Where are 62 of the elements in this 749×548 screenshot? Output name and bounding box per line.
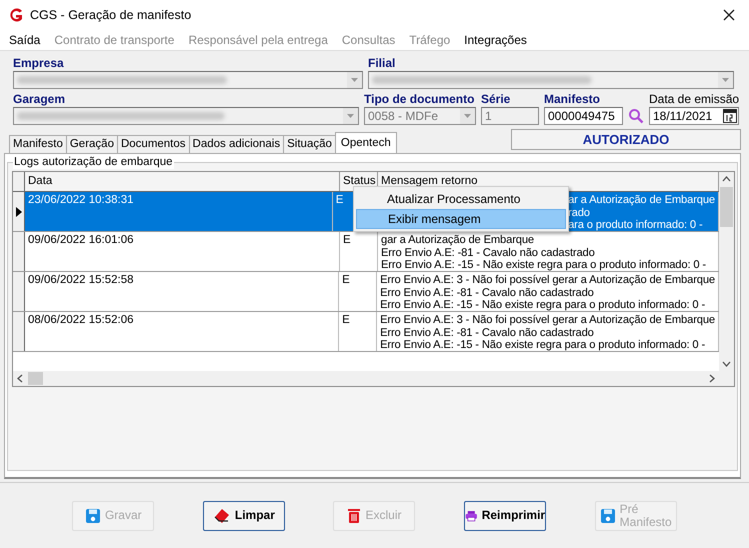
table-cell-text: gar a Autorização de Embarque bbox=[381, 234, 535, 246]
table-cell-text: Erro Envio A.E: -15 - Não existe regra para o produto informado: 0 - bbox=[380, 299, 706, 312]
status-box: AUTORIZADO bbox=[511, 129, 741, 150]
menu-item[interactable]: Exibir mensagem bbox=[356, 209, 566, 229]
field-value: 1 bbox=[485, 109, 493, 123]
table-cell-text: 23/06/2022 10:38:31 bbox=[28, 194, 135, 206]
scrollbar-thumb[interactable] bbox=[28, 372, 43, 385]
field-label: Data de emissão bbox=[649, 92, 739, 107]
calendar-icon[interactable] bbox=[723, 109, 737, 123]
input-field[interactable] bbox=[13, 107, 359, 125]
table-cell-text: Erro Envio A.E: -81 - Cavalo não cadastrado bbox=[381, 246, 596, 259]
table-cell: ar a Autorização de Embarque bbox=[568, 194, 715, 206]
table-cell-text: Erro Envio A.E: -15 - Não existe regra para o produto informado: 0 - bbox=[381, 259, 707, 272]
table-cell: Erro Envio A.E: 3 - Não foi possível gerar a Autorização de Embarque bbox=[380, 314, 715, 326]
table-cell-text: E bbox=[343, 234, 352, 246]
table-cell-text: E bbox=[342, 314, 351, 326]
table-cell-text: rado bbox=[568, 206, 591, 219]
table-row[interactable] bbox=[13, 272, 719, 312]
group-title: Logs autorização de embarque bbox=[13, 155, 174, 169]
menu-item[interactable]: Atualizar Processamento bbox=[356, 189, 566, 209]
table-cell-text: E bbox=[342, 274, 351, 286]
field-label: Manifesto bbox=[544, 92, 602, 107]
action-button[interactable]: Limpar bbox=[202, 500, 285, 530]
menu-item[interactable]: Integrações bbox=[457, 33, 534, 47]
field-label: Filial bbox=[368, 56, 396, 71]
input-field[interactable] bbox=[13, 71, 363, 89]
table-row[interactable] bbox=[13, 312, 719, 352]
field-value: 18/11/2021 bbox=[653, 109, 714, 123]
table-cell: Erro Envio A.E: 3 - Não foi possível gerar a Autorização de Embarque bbox=[380, 274, 715, 286]
table-cell-text: 09/06/2022 15:52:58 bbox=[28, 274, 135, 286]
table-cell-text: 08/06/2022 15:52:06 bbox=[28, 314, 135, 326]
field-label: Tipo de documento bbox=[364, 92, 476, 107]
field-value: 0000049475 bbox=[548, 109, 616, 123]
table-cell-text: Erro Envio A.E: -15 - Não existe regra para o produto informado: 0 - bbox=[380, 339, 706, 352]
eraser-icon bbox=[212, 508, 231, 524]
field-label: Série bbox=[481, 92, 512, 107]
scrollbar-thumb[interactable] bbox=[720, 187, 733, 227]
table-cell-text: 09/06/2022 16:01:06 bbox=[28, 234, 135, 246]
tab[interactable]: Manifesto bbox=[9, 135, 67, 153]
action-button[interactable]: Reimprimir bbox=[464, 500, 546, 530]
logo-icon bbox=[8, 7, 24, 23]
field-label: Empresa bbox=[13, 56, 65, 71]
input-field[interactable]: 18/11/2021 bbox=[649, 107, 739, 125]
row-header[interactable] bbox=[13, 192, 25, 231]
field-label: Garagem bbox=[13, 92, 66, 107]
table-cell-text: E bbox=[336, 194, 344, 206]
window-title: CGS - Geração de manifesto bbox=[30, 8, 192, 22]
search-icon[interactable] bbox=[628, 108, 644, 124]
table-cell-text: Erro Envio A.E: -81 - Cavalo não cadastrado bbox=[380, 286, 595, 299]
table-cell-text: ara o produto informado: 0 - bbox=[568, 219, 704, 232]
tab[interactable]: Opentech bbox=[334, 132, 397, 153]
field-value: 0058 - MDFe bbox=[368, 109, 440, 123]
column-header[interactable]: Data bbox=[25, 172, 340, 191]
close-icon[interactable] bbox=[723, 9, 735, 21]
input-field[interactable]: 0000049475 bbox=[544, 107, 623, 125]
menu-item[interactable]: Saída bbox=[2, 33, 48, 47]
input-field[interactable] bbox=[368, 71, 734, 89]
input-field[interactable]: 1 bbox=[481, 107, 539, 125]
input-field[interactable]: 0058 - MDFe bbox=[364, 107, 476, 125]
trash-icon bbox=[347, 508, 362, 524]
row-pointer-icon bbox=[16, 206, 22, 216]
table-cell-text: Erro Envio A.E: -81 - Cavalo não cadastrado bbox=[380, 326, 595, 339]
